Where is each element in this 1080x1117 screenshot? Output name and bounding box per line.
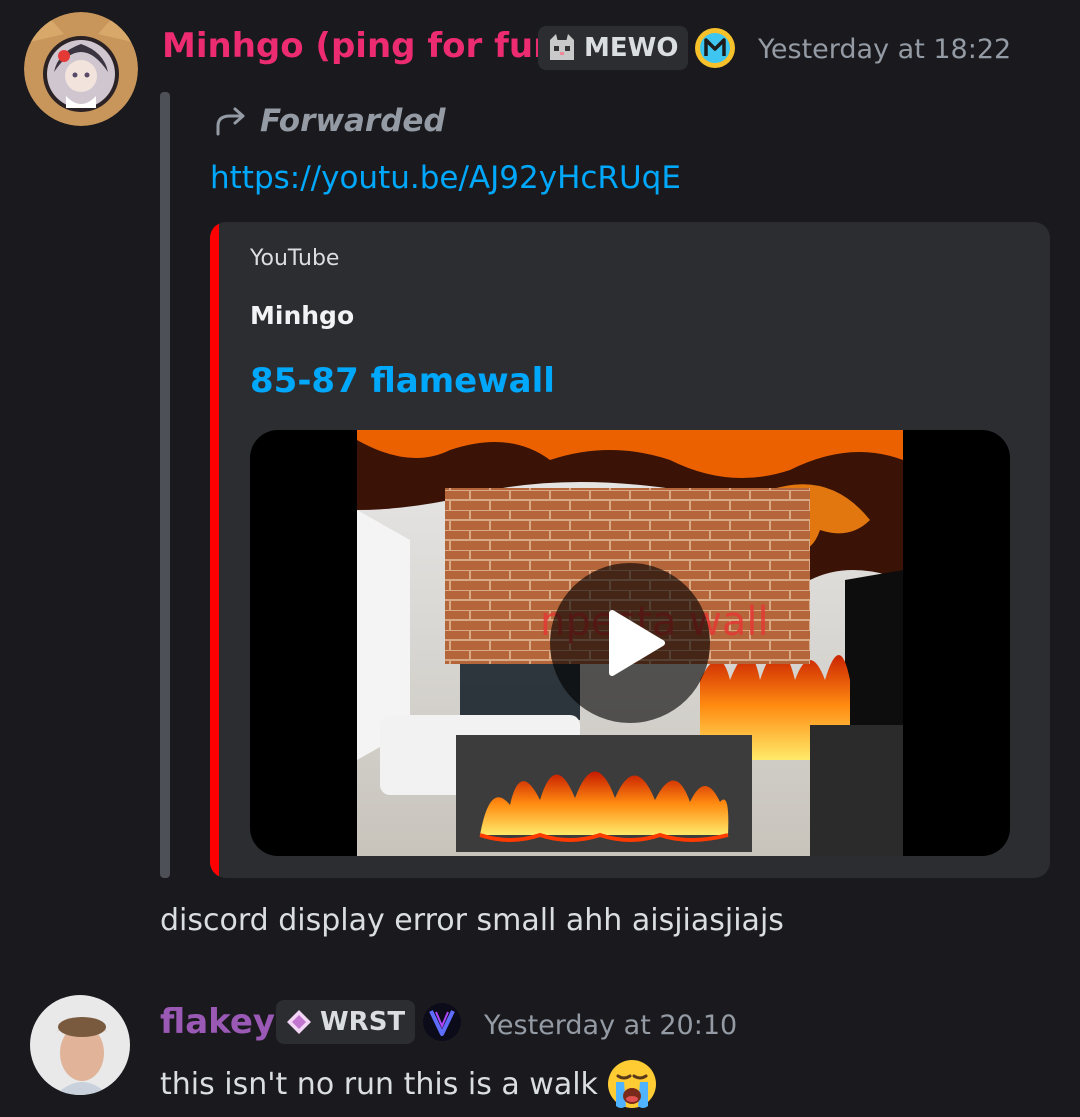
yellow-m-badge-icon[interactable] (694, 27, 736, 69)
message-body-text: this isn't no run this is a walk (160, 1066, 598, 1102)
author-avatar[interactable] (30, 995, 130, 1095)
youtube-embed: YouTube Minhgo 85-87 flamewall wall (210, 222, 1050, 878)
author-name[interactable]: flakey (160, 1002, 275, 1042)
forward-bar (160, 92, 170, 878)
message-body: this isn't no run this is a walk (160, 1058, 658, 1110)
message-2: flakey WRST Yesterday at 20:10 this isn'… (0, 980, 1080, 1117)
youtube-link[interactable]: https://youtu.be/AJ92yHcRUqE (210, 160, 681, 196)
guild-tag[interactable]: MEWO (538, 26, 689, 70)
embed-provider[interactable]: YouTube (250, 246, 339, 271)
dark-v-badge-icon[interactable] (422, 1002, 462, 1042)
embed-author[interactable]: Minhgo (250, 301, 354, 330)
forwarded-label: Forwarded (214, 103, 446, 139)
timestamp[interactable]: Yesterday at 20:10 (484, 1010, 737, 1041)
diamond-icon (286, 1009, 312, 1035)
message-body: discord display error small ahh aisjiasj… (160, 903, 784, 938)
timestamp[interactable]: Yesterday at 18:22 (758, 34, 1011, 65)
video-thumbnail[interactable]: npesta wall (250, 430, 1010, 856)
guild-tag-label: WRST (320, 1007, 406, 1037)
embed-accent-bar (210, 222, 219, 878)
guild-tag[interactable]: WRST (276, 1000, 416, 1044)
play-button[interactable] (550, 563, 710, 723)
forward-arrow-icon (214, 106, 248, 136)
message-1: Minhgo (ping for fun) MEWO Yesterday at … (0, 0, 1080, 960)
play-icon (609, 610, 665, 676)
embed-title[interactable]: 85-87 flamewall (250, 361, 555, 401)
guild-tag-label: MEWO (584, 33, 679, 63)
author-avatar[interactable] (24, 12, 138, 126)
cat-icon (548, 34, 576, 62)
forwarded-text: Forwarded (260, 103, 446, 139)
loudly-crying-emoji-icon[interactable] (606, 1058, 658, 1110)
author-name[interactable]: Minhgo (ping for fun) (162, 26, 573, 66)
